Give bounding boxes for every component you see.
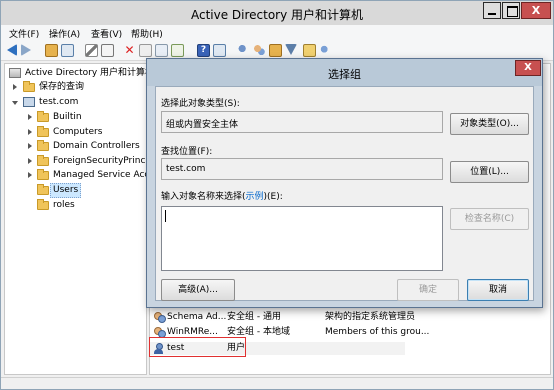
expand-arrow-icon[interactable] <box>28 129 32 135</box>
menu-bar: 文件(F) 操作(A) 查看(V) 帮助(H) <box>1 25 553 41</box>
folder-icon <box>37 111 49 122</box>
object-type-field: 组或内置安全主体 <box>161 111 443 133</box>
tree-node-users[interactable]: Users <box>9 183 146 198</box>
group-icon <box>153 312 166 323</box>
folder-icon <box>37 169 49 180</box>
tree-node-saved-queries[interactable]: 保存的查询 <box>9 81 146 94</box>
dialog-body: 选择此对象类型(S): 组或内置安全主体 对象类型(O)... 查找位置(F):… <box>155 86 534 301</box>
expand-arrow-icon[interactable] <box>13 84 17 90</box>
expand-arrow-icon[interactable] <box>28 172 32 178</box>
tree-node-roles[interactable]: roles <box>9 199 146 212</box>
tree-node-computers[interactable]: Computers <box>9 126 146 139</box>
view-icon[interactable] <box>213 44 226 57</box>
copy-icon[interactable] <box>101 44 114 57</box>
location-label: 查找位置(F): <box>161 147 213 157</box>
refresh-icon[interactable] <box>155 44 168 57</box>
object-types-button[interactable]: 对象类型(O)... <box>450 113 529 135</box>
filter-icon[interactable] <box>285 44 297 55</box>
cut-icon[interactable] <box>85 44 98 57</box>
item-description: Members of this grou... <box>325 327 430 337</box>
tree-node-domain[interactable]: test.com <box>9 96 146 109</box>
text-caret <box>165 210 166 222</box>
expand-arrow-icon[interactable] <box>28 158 32 164</box>
item-name: Schema Ad... <box>167 312 227 322</box>
folder-icon <box>37 126 49 137</box>
navigation-tree[interactable]: Active Directory 用户和计算机 保存的查询 test.com B… <box>4 63 147 375</box>
dialog-title-bar: 选择组 X <box>147 59 542 86</box>
tree-label-saved-queries: 保存的查询 <box>39 82 85 92</box>
list-item[interactable]: Schema Ad... 安全组 - 通用 架构的指定系统管理员 <box>150 311 550 324</box>
examples-link[interactable]: 示例 <box>246 192 264 202</box>
minimize-button[interactable] <box>483 2 501 19</box>
folder-icon <box>37 199 49 210</box>
tree-node-root[interactable]: Active Directory 用户和计算机 <box>9 67 147 80</box>
highlight-annotation <box>149 337 246 357</box>
find-icon[interactable] <box>303 44 316 57</box>
check-names-button[interactable]: 检查名称(C) <box>450 208 529 230</box>
up-folder-icon[interactable] <box>45 44 58 57</box>
folder-icon <box>37 155 49 166</box>
new-group-icon[interactable] <box>253 44 266 57</box>
item-description: 架构的指定系统管理员 <box>325 312 416 322</box>
tree-label-domain: test.com <box>39 97 79 107</box>
locations-button[interactable]: 位置(L)... <box>450 161 529 183</box>
object-type-label: 选择此对象类型(S): <box>161 99 240 109</box>
advanced-button[interactable]: 高级(A)... <box>161 279 235 301</box>
tree-label: Builtin <box>53 112 82 122</box>
properties-icon[interactable] <box>139 44 152 57</box>
ok-button[interactable]: 确定 <box>397 279 459 301</box>
delete-icon[interactable]: ✕ <box>123 44 136 57</box>
ad-users-computers-icon <box>9 68 21 78</box>
tree-node-builtin[interactable]: Builtin <box>9 111 146 124</box>
menu-action[interactable]: 操作(A) <box>49 27 80 40</box>
menu-help[interactable]: 帮助(H) <box>131 27 163 40</box>
close-button[interactable]: X <box>521 2 551 19</box>
expand-arrow-icon[interactable] <box>28 143 32 149</box>
tree-label: Users <box>50 183 82 198</box>
tree-node-domain-controllers[interactable]: Domain Controllers <box>9 140 146 153</box>
back-icon[interactable] <box>7 44 17 56</box>
tree-label: ForeignSecurityPrincipals <box>53 156 147 166</box>
tree-node-managed-service[interactable]: Managed Service Accounts <box>9 169 146 182</box>
dialog-title: 选择组 <box>328 68 361 81</box>
object-names-label-suffix: )(E): <box>263 192 283 202</box>
collapse-arrow-icon[interactable] <box>12 101 18 105</box>
menu-file[interactable]: 文件(F) <box>9 27 39 40</box>
menu-view[interactable]: 查看(V) <box>91 27 122 40</box>
object-names-label-text: 输入对象名称来选择( <box>161 192 246 202</box>
new-ou-icon[interactable] <box>269 44 282 57</box>
help-icon[interactable]: ? <box>197 44 210 57</box>
folder-icon <box>37 140 49 151</box>
tree-label: Computers <box>53 127 103 137</box>
object-names-input[interactable] <box>161 206 443 271</box>
folder-icon <box>23 81 35 92</box>
add-to-group-icon[interactable] <box>319 44 332 57</box>
forward-icon[interactable] <box>21 44 31 56</box>
tree-label: Domain Controllers <box>53 141 140 151</box>
tree-label: roles <box>53 200 75 210</box>
expand-arrow-icon[interactable] <box>28 114 32 120</box>
tree-label: Managed Service Accounts <box>53 170 146 180</box>
tree-label-root: Active Directory 用户和计算机 <box>25 68 147 78</box>
export-list-icon[interactable] <box>171 44 184 57</box>
status-bar <box>1 377 553 389</box>
item-type: 安全组 - 通用 <box>227 312 281 322</box>
window-title: Active Directory 用户和计算机 <box>190 8 364 22</box>
new-user-icon[interactable] <box>237 44 250 57</box>
title-bar: Active Directory 用户和计算机 X <box>1 1 553 25</box>
show-tree-icon[interactable] <box>61 44 74 57</box>
select-group-dialog: 选择组 X 选择此对象类型(S): 组或内置安全主体 对象类型(O)... 查找… <box>146 58 543 308</box>
cancel-button[interactable]: 取消 <box>467 279 529 301</box>
dialog-close-button[interactable]: X <box>515 60 541 76</box>
location-field: test.com <box>161 158 443 180</box>
maximize-button[interactable] <box>502 2 520 19</box>
object-names-label: 输入对象名称来选择(示例)(E): <box>161 189 283 202</box>
domain-icon <box>23 97 35 107</box>
tree-node-foreign-security[interactable]: ForeignSecurityPrincipals <box>9 155 147 168</box>
folder-icon <box>37 184 49 195</box>
